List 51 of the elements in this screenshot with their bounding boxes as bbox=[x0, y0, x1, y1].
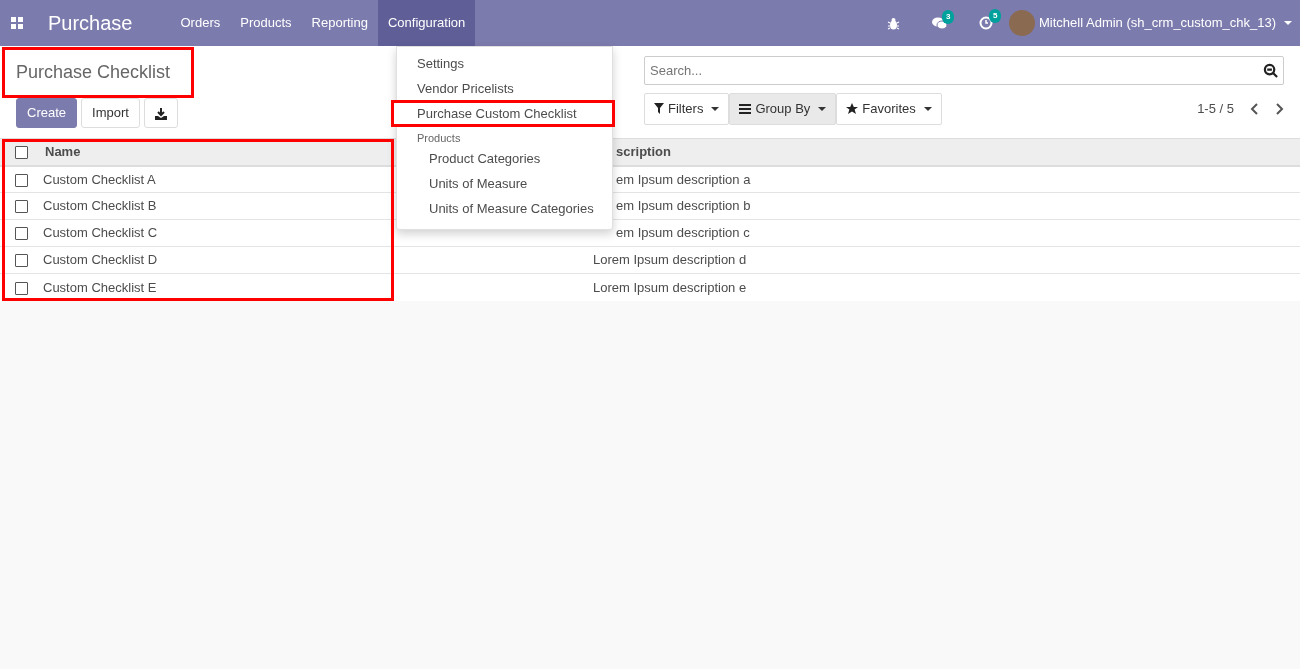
row-checkbox[interactable] bbox=[15, 254, 28, 268]
filter-dropdown-button[interactable]: Group By bbox=[729, 93, 837, 125]
search-field[interactable]: Search... bbox=[644, 56, 1284, 85]
row-checkbox[interactable] bbox=[15, 281, 28, 295]
select-all-checkbox[interactable] bbox=[15, 145, 28, 159]
table-cell: Lorem Ipsum description e bbox=[593, 279, 747, 295]
table-cell: Custom Checklist E bbox=[43, 279, 157, 295]
navbar-menu-item[interactable]: Orders bbox=[170, 0, 231, 46]
table-cell: Custom Checklist C bbox=[43, 225, 158, 241]
navbar-menu-item[interactable]: Configuration bbox=[377, 0, 476, 46]
app-title[interactable]: Purchase bbox=[48, 8, 133, 38]
counter-badge: 5 bbox=[989, 9, 1002, 23]
user-name[interactable]: Mitchell Admin (sh_crm_custom_chk_13) bbox=[1039, 13, 1276, 33]
caret-icon[interactable] bbox=[1284, 21, 1292, 25]
navbar-menu-item[interactable]: Reporting bbox=[301, 0, 378, 46]
column-header[interactable]: scription bbox=[616, 143, 671, 159]
filter-dropdown-button[interactable]: Filters bbox=[644, 93, 730, 125]
table-cell: em Ipsum description c bbox=[616, 225, 750, 241]
previous-page-icon[interactable] bbox=[1250, 102, 1259, 115]
table-cell: em Ipsum description b bbox=[616, 198, 751, 214]
create-button[interactable]: Create bbox=[16, 98, 78, 128]
dropdown-menu-item[interactable]: Vendor Pricelists bbox=[397, 78, 612, 99]
table-cell: em Ipsum description a bbox=[616, 171, 751, 187]
table-cell: Custom Checklist D bbox=[43, 252, 158, 268]
download-button[interactable] bbox=[143, 98, 178, 128]
download-icon bbox=[154, 107, 167, 120]
table-cell: Custom Checklist A bbox=[43, 171, 156, 187]
dropdown-menu-item[interactable]: Units of Measure bbox=[397, 173, 612, 194]
column-header[interactable]: Name bbox=[45, 143, 81, 159]
row-checkbox[interactable] bbox=[15, 200, 28, 214]
star-icon bbox=[846, 102, 859, 115]
counter-badge: 3 bbox=[942, 9, 955, 24]
table-cell: Custom Checklist B bbox=[43, 198, 157, 214]
bug-icon[interactable] bbox=[887, 16, 900, 30]
navbar-menu-item[interactable]: Products bbox=[230, 0, 302, 46]
clock-icon[interactable] bbox=[979, 16, 993, 30]
import-button[interactable]: Import bbox=[81, 98, 140, 128]
page-title: Purchase Checklist bbox=[16, 61, 171, 84]
filter-icon bbox=[654, 103, 664, 115]
row-checkbox[interactable] bbox=[15, 227, 28, 241]
row-checkbox[interactable] bbox=[15, 173, 28, 187]
dropdown-menu-item[interactable]: Product Categories bbox=[397, 148, 612, 169]
dropdown-section-header: Products bbox=[416, 131, 462, 146]
search-icon[interactable] bbox=[1263, 63, 1278, 78]
next-page-icon[interactable] bbox=[1275, 102, 1284, 115]
dropdown-menu-item[interactable]: Settings bbox=[397, 53, 612, 74]
list-icon bbox=[739, 103, 752, 114]
dropdown-menu-item[interactable]: Units of Measure Categories bbox=[397, 198, 612, 219]
pager-value: 1-5 / 5 bbox=[1197, 100, 1234, 118]
filter-dropdown-button[interactable]: Favorites bbox=[836, 93, 942, 125]
table-cell: Lorem Ipsum description d bbox=[593, 252, 747, 268]
